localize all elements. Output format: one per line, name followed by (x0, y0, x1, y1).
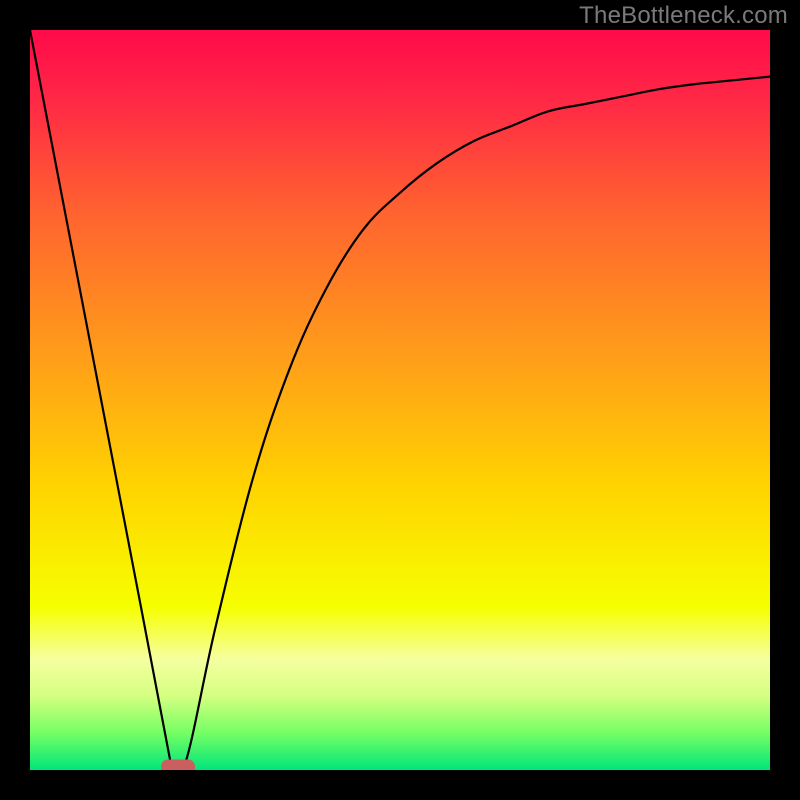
plot-area (30, 30, 770, 770)
optimal-point-marker (161, 760, 195, 771)
bottleneck-curve (30, 30, 770, 770)
chart-container: TheBottleneck.com (0, 0, 800, 800)
watermark-text: TheBottleneck.com (579, 2, 788, 30)
